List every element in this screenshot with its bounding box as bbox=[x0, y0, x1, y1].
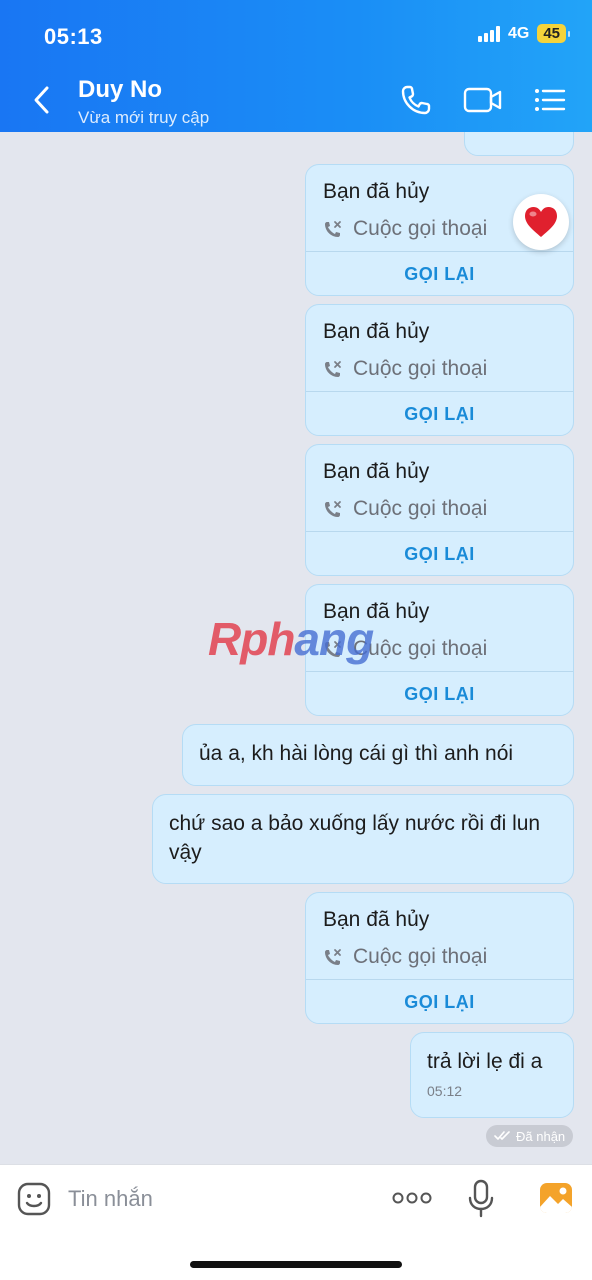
status-time: 05:13 bbox=[44, 24, 103, 49]
message-bubble[interactable]: ủa a, kh hài lòng cái gì thì anh nói bbox=[182, 724, 574, 786]
mic-icon[interactable] bbox=[468, 1179, 494, 1219]
home-indicator bbox=[190, 1261, 402, 1268]
call-title: Bạn đã hủy bbox=[323, 600, 430, 623]
call-back-button[interactable]: GỌI LẠI bbox=[306, 672, 573, 716]
call-subtitle: Cuộc gọi thoại bbox=[353, 945, 488, 968]
message-input[interactable] bbox=[68, 1181, 368, 1217]
contact-name[interactable]: Duy No bbox=[78, 76, 162, 104]
call-title: Bạn đã hủy bbox=[323, 460, 430, 483]
message-text: ủa a, kh hài lòng cái gì thì anh nói bbox=[199, 742, 514, 765]
call-subtitle: Cuộc gọi thoại bbox=[353, 357, 488, 380]
call-title: Bạn đã hủy bbox=[323, 180, 430, 203]
double-check-icon bbox=[494, 1131, 510, 1140]
image-icon[interactable] bbox=[538, 1181, 574, 1215]
signal-icon bbox=[477, 25, 500, 42]
video-call-icon[interactable] bbox=[462, 82, 504, 118]
call-subtitle-row: Cuộc gọi thoại bbox=[323, 357, 487, 381]
composer-bar bbox=[0, 1164, 592, 1280]
contact-status: Vừa mới truy cập bbox=[78, 108, 210, 127]
message-text: trả lời lẹ đi a bbox=[427, 1050, 543, 1073]
call-card: Bạn đã hủy Cuộc gọi thoại GỌI LẠI bbox=[305, 892, 574, 1024]
menu-icon[interactable] bbox=[532, 82, 568, 118]
call-subtitle-row: Cuộc gọi thoại bbox=[323, 637, 487, 661]
missed-call-icon bbox=[325, 949, 341, 965]
heart-icon bbox=[525, 207, 557, 237]
call-card: Bạn đã hủy Cuộc gọi thoại GỌI LẠI bbox=[305, 584, 574, 716]
status-indicators: 4G 45 bbox=[477, 24, 570, 43]
call-card: Bạn đã hủy Cuộc gọi thoại GỌI LẠI bbox=[305, 444, 574, 576]
message-bubble-partial bbox=[464, 132, 574, 156]
call-back-button[interactable]: GỌI LẠI bbox=[306, 392, 573, 436]
call-title: Bạn đã hủy bbox=[323, 908, 430, 931]
delivery-status: Đã nhận bbox=[516, 1128, 566, 1144]
message-text: chứ sao a bảo xuống lấy nước rồi đi lun … bbox=[169, 812, 541, 864]
missed-call-icon bbox=[325, 641, 341, 657]
reaction-badge[interactable] bbox=[513, 194, 569, 250]
call-back-button[interactable]: GỌI LẠI bbox=[306, 252, 573, 296]
battery-level: 45 bbox=[537, 24, 570, 43]
message-bubble[interactable]: trả lời lẹ đi a 05:12 bbox=[410, 1032, 574, 1118]
call-subtitle: Cuộc gọi thoại bbox=[353, 497, 488, 520]
chat-header: 05:13 4G 45 Duy No Vừa mới truy cập bbox=[0, 0, 592, 132]
back-icon[interactable] bbox=[28, 84, 56, 116]
call-card: Bạn đã hủy Cuộc gọi thoại GỌI LẠI bbox=[305, 304, 574, 436]
more-icon[interactable] bbox=[392, 1191, 432, 1205]
missed-call-icon bbox=[325, 221, 341, 237]
delivery-status-badge: Đã nhận bbox=[486, 1125, 574, 1147]
call-subtitle: Cuộc gọi thoại bbox=[353, 637, 488, 660]
call-title: Bạn đã hủy bbox=[323, 320, 430, 343]
missed-call-icon bbox=[325, 361, 341, 377]
call-back-button[interactable]: GỌI LẠI bbox=[306, 980, 573, 1024]
message-list[interactable]: Bạn đã hủy Cuộc gọi thoại GỌI LẠI Bạn đã… bbox=[0, 132, 592, 1164]
missed-call-icon bbox=[325, 501, 341, 517]
call-subtitle-row: Cuộc gọi thoại bbox=[323, 217, 487, 241]
message-time: 05:12 bbox=[427, 1083, 463, 1099]
call-subtitle-row: Cuộc gọi thoại bbox=[323, 945, 487, 969]
call-subtitle: Cuộc gọi thoại bbox=[353, 217, 488, 240]
call-back-button[interactable]: GỌI LẠI bbox=[306, 532, 573, 576]
phone-icon[interactable] bbox=[398, 82, 434, 118]
network-type: 4G bbox=[507, 24, 530, 42]
sticker-icon[interactable] bbox=[16, 1181, 52, 1217]
call-subtitle-row: Cuộc gọi thoại bbox=[323, 497, 487, 521]
message-bubble[interactable]: chứ sao a bảo xuống lấy nước rồi đi lun … bbox=[152, 794, 574, 884]
